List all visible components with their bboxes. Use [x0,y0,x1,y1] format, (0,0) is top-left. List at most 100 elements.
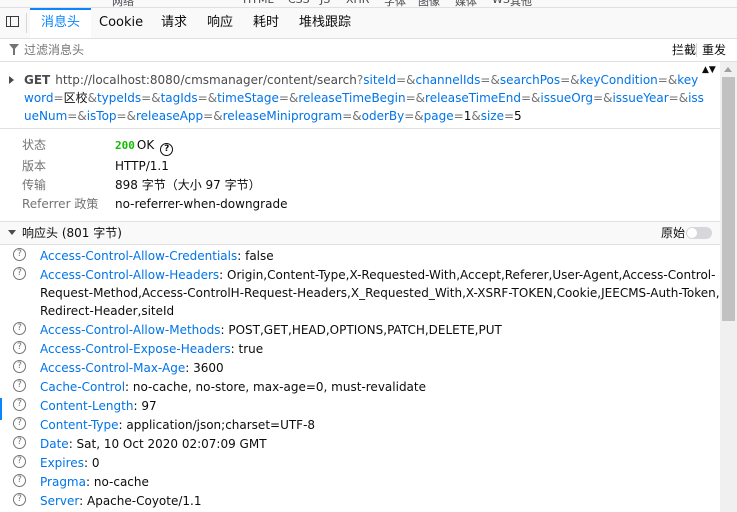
help-icon[interactable]: ? [13,341,26,354]
header-row[interactable]: ? Cache-Control: no-cache, no-store, max-… [0,377,720,396]
param-equals: = [197,91,208,105]
help-icon[interactable]: ? [13,322,26,335]
header-name: Date [40,437,69,451]
expand-arrow-icon[interactable] [9,76,14,84]
header-row[interactable]: ? Access-Control-Allow-Methods: POST,GET,… [0,320,720,339]
header-name: Cache-Control [40,380,126,394]
scroll-up-arrow-icon[interactable] [724,67,732,72]
help-icon[interactable]: ? [13,474,26,487]
top-filter-1[interactable]: HTML [243,0,274,6]
header-row[interactable]: ? Pragma: no-cache [0,472,720,491]
sidebar-toggle-icon[interactable] [6,16,19,27]
help-icon[interactable]: ? [13,455,26,468]
filter-headers-input[interactable] [24,41,524,59]
param-equals: = [116,109,127,123]
param-value: 5 [514,109,522,123]
param-separator: & [213,109,223,123]
header-row[interactable]: ? Server: Apache-Coyote/1.1 [0,491,720,510]
header-name: Access-Control-Allow-Headers [40,268,220,282]
tab-request[interactable]: 请求 [161,8,187,38]
help-icon[interactable]: ? [13,360,26,373]
request-method: GET [24,73,51,87]
param-separator: & [406,73,416,87]
top-filter-4[interactable]: XHR [346,0,369,6]
header-value: application/json;charset=UTF-8 [126,418,316,432]
param-key: issueOrg [540,91,594,105]
raw-toggle[interactable] [686,227,712,239]
help-icon[interactable]: ? [13,493,26,506]
header-value: 97 [141,399,157,413]
header-value: false [245,249,274,263]
top-filter-8[interactable]: WS [492,0,510,6]
header-row[interactable]: ? Content-Type: application/json;charset=… [0,415,720,434]
param-equals: = [396,73,407,87]
collapse-arrow-icon[interactable] [8,230,16,235]
top-filter-2[interactable]: CSS [288,0,310,6]
top-filter-9[interactable]: 其他 [510,0,532,7]
param-equals: = [404,109,415,123]
help-icon[interactable]: ? [13,267,26,280]
top-filter-6[interactable]: 图像 [418,0,440,7]
top-filter-3[interactable]: JS [320,0,330,6]
request-url-section: GET http://localhost:8080/cmsmanager/cont… [0,62,720,129]
header-row[interactable]: ? Content-Length: 97 [0,396,720,415]
header-name: Access-Control-Allow-Methods [40,323,221,337]
request-url[interactable]: GET http://localhost:8080/cmsmanager/cont… [24,71,704,125]
header-row[interactable]: ? Date: Sat, 10 Oct 2020 02:07:09 GMT [0,434,720,453]
header-colon: : [219,268,228,282]
param-key: oderBy [361,109,405,123]
header-colon: : [79,494,87,508]
top-filter-7[interactable]: 媒体 [455,0,477,7]
status-code: 200 [115,139,135,152]
param-equals: = [203,109,214,123]
header-row[interactable]: ? Access-Control-Expose-Headers: true [0,339,720,358]
tab-cookie[interactable]: Cookie [99,8,143,38]
param-equals: = [560,73,571,87]
header-row[interactable]: ? Expires: 0 [0,453,720,472]
param-key: siteId [363,73,397,87]
help-icon[interactable]: ? [13,248,26,261]
response-headers-title: 响应头 (801 字节) [22,226,122,240]
transfer-label: 传输 [22,178,47,192]
header-colon: : [85,475,94,489]
param-separator: & [151,91,161,105]
resend-label: 重发 [702,43,727,57]
response-headers-list: ? Access-Control-Allow-Credentials: false… [0,246,720,510]
tab-headers[interactable]: 消息头 [30,8,92,38]
param-key: issueYear [612,91,669,105]
response-headers-section[interactable]: 响应头 (801 字节) 原始 [0,221,720,245]
header-row[interactable]: ? Access-Control-Max-Age: 3600 [0,358,720,377]
tab-response[interactable]: 响应 [207,8,233,38]
param-separator: & [77,109,87,123]
tab-stack-trace[interactable]: 堆栈跟踪 [299,8,351,38]
top-filter-5[interactable]: 字体 [384,0,406,7]
help-icon[interactable]: ? [160,143,174,156]
resend-button[interactable]: 重发 ▲▼ [702,41,737,75]
block-button[interactable]: 拦截 [672,41,696,59]
param-equals: = [520,91,532,105]
header-name: Access-Control-Expose-Headers [40,342,231,356]
param-separator: & [415,91,426,105]
status-value: 200 OK? [115,136,174,156]
scrollbar-thumb[interactable] [722,77,735,321]
filter-icon [9,44,19,55]
param-equals: = [67,109,78,123]
param-equals: = [405,91,416,105]
top-toolbar-cutoff: 网络 HTML CSS JS XHR 字体 图像 媒体 WS其他 [0,0,737,8]
header-row[interactable]: ? Access-Control-Allow-Credentials: false [0,246,720,265]
help-icon[interactable]: ? [13,417,26,430]
header-value: Sat, 10 Oct 2020 02:07:09 GMT [76,437,267,451]
header-name: Content-Length [40,399,134,413]
selection-marker [0,398,2,420]
header-colon: : [185,361,194,375]
help-icon[interactable]: ? [13,436,26,449]
param-equals: = [503,109,515,123]
top-filter-0[interactable]: 网络 [112,0,134,7]
help-icon[interactable]: ? [13,398,26,411]
param-separator: & [414,109,424,123]
header-row[interactable]: ? Access-Control-Allow-Headers: Origin,Co… [0,265,720,320]
param-separator: & [288,91,299,105]
help-icon[interactable]: ? [13,379,26,392]
param-equals: = [668,91,679,105]
tab-timings[interactable]: 耗时 [253,8,279,38]
